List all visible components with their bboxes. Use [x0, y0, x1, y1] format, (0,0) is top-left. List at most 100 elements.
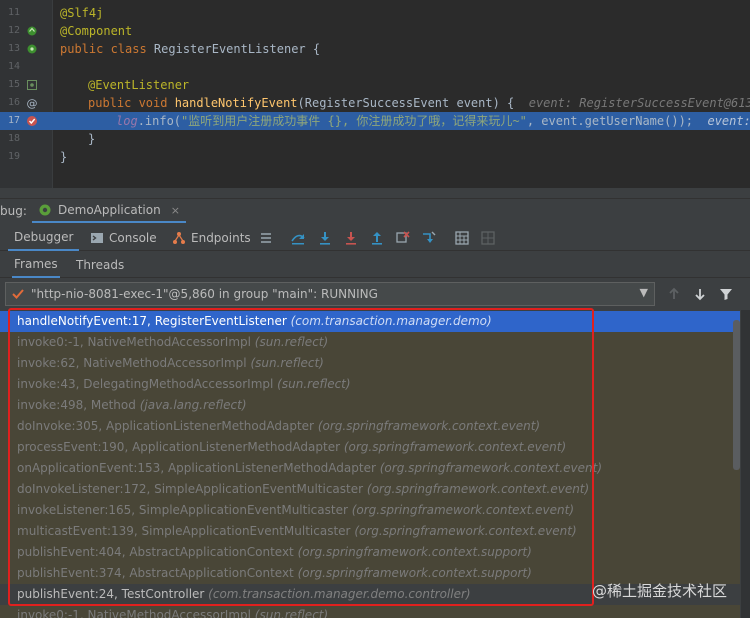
line-number: 13	[7, 43, 20, 54]
frame-method: publishEvent:374, AbstractApplicationCon…	[17, 566, 294, 580]
code-line[interactable]: 15 @EventListener	[0, 76, 750, 94]
stack-frame[interactable]: invoke:62, NativeMethodAccessorImpl (sun…	[0, 353, 740, 374]
frame-package: (org.springframework.context.event)	[354, 524, 577, 538]
tab-label: Console	[109, 231, 157, 245]
frame-method: invoke:62, NativeMethodAccessorImpl	[17, 356, 247, 370]
annotation-icon[interactable]: @	[26, 97, 38, 109]
debug-header: bug: DemoApplication ×	[0, 198, 750, 223]
tab-label: Frames	[14, 257, 58, 271]
code-line[interactable]: 14	[0, 58, 750, 76]
code-line[interactable]: 12 @Component	[0, 22, 750, 40]
show-execution-point-icon[interactable]	[290, 230, 306, 246]
stack-frame[interactable]: doInvokeListener:172, SimpleApplicationE…	[0, 479, 740, 500]
code-text: @Component	[60, 24, 133, 38]
frame-package: (sun.reflect)	[277, 377, 351, 391]
stack-frame[interactable]: onApplicationEvent:153, ApplicationListe…	[0, 458, 740, 479]
drop-frame-icon[interactable]	[395, 230, 411, 246]
line-number: 12	[7, 25, 20, 36]
frame-package: (org.springframework.context.event)	[343, 440, 567, 454]
code-text: @Slf4j	[60, 6, 104, 20]
frame-method: invokeListener:165, SimpleApplicationEve…	[17, 503, 348, 517]
code-text: public class RegisterEventListener {	[60, 42, 321, 56]
frame-method: invoke0:-1, NativeMethodAccessorImpl	[17, 335, 251, 349]
code-text: }	[88, 132, 96, 146]
stack-frame[interactable]: invoke0:-1, NativeMethodAccessorImpl (su…	[0, 605, 740, 618]
stack-frame[interactable]: processEvent:190, ApplicationListenerMet…	[0, 437, 740, 458]
frame-method: publishEvent:24, TestController	[17, 587, 205, 601]
code-text: }	[60, 150, 68, 164]
frame-package: (java.lang.reflect)	[139, 398, 247, 412]
frame-method: doInvokeListener:172, SimpleApplicationE…	[17, 482, 364, 496]
frame-method: invoke:498, Method	[17, 398, 136, 412]
frames-list[interactable]: handleNotifyEvent:17, RegisterEventListe…	[0, 310, 740, 618]
thread-selector[interactable]: "http-nio-8081-exec-1"@5,860 in group "m…	[5, 282, 655, 306]
step-over-icon[interactable]	[317, 230, 333, 246]
stack-frame[interactable]: invokeListener:165, SimpleApplicationEve…	[0, 500, 740, 521]
run-to-cursor-icon[interactable]	[421, 230, 437, 246]
layout-menu-icon[interactable]	[258, 230, 274, 246]
frame-package: (org.springframework.context.event)	[351, 503, 575, 517]
line-number: 19	[7, 151, 20, 162]
console-icon	[91, 233, 103, 243]
trace-current-stream-icon[interactable]	[480, 230, 496, 246]
svg-text:@: @	[27, 97, 38, 109]
code-text: @EventListener	[88, 78, 190, 92]
inline-value-hint: event: RegisterSuccessEvent@6136	[528, 96, 750, 110]
line-number: 16	[7, 97, 20, 108]
frame-package: (com.transaction.manager.demo)	[290, 314, 492, 328]
frame-package: (sun.reflect)	[254, 608, 329, 618]
code-line[interactable]: 11 @Slf4j	[0, 4, 750, 22]
code-text: log.info("监听到用户注册成功事件 {}, 你注册成功了哦，记得来玩儿~…	[116, 112, 750, 130]
frame-package: (sun.reflect)	[250, 356, 324, 370]
debug-tool-window-label: bug:	[0, 204, 27, 218]
stack-frame[interactable]: invoke:498, Method (java.lang.reflect)	[0, 395, 740, 416]
current-execution-line[interactable]: 17 log.info("监听到用户注册成功事件 {}, 你注册成功了哦，记得来…	[0, 112, 750, 130]
frames-scrollbar[interactable]	[733, 320, 740, 470]
selected-thread: "http-nio-8081-exec-1"@5,860 in group "m…	[31, 287, 378, 301]
step-out-icon[interactable]	[369, 230, 385, 246]
bean-icon[interactable]	[26, 25, 38, 37]
code-line[interactable]: 19 }	[0, 148, 750, 166]
event-listener-icon[interactable]	[26, 79, 38, 91]
stack-frame[interactable]: publishEvent:404, AbstractApplicationCon…	[0, 542, 740, 563]
code-line[interactable]: 18 }	[0, 130, 750, 148]
stack-frame[interactable]: multicastEvent:139, SimpleApplicationEve…	[0, 521, 740, 542]
previous-frame-icon[interactable]	[666, 286, 682, 302]
tab-endpoints[interactable]: Endpoints	[172, 225, 251, 251]
next-frame-icon[interactable]	[692, 286, 708, 302]
filter-icon[interactable]	[718, 286, 734, 302]
stack-frame[interactable]: doInvoke:305, ApplicationListenerMethodA…	[0, 416, 740, 437]
frame-package: (org.springframework.context.event)	[317, 419, 541, 433]
breakpoint-icon[interactable]	[26, 115, 38, 127]
line-number: 14	[7, 61, 20, 72]
line-number: 11	[7, 7, 20, 18]
tab-label: Endpoints	[191, 231, 251, 245]
tab-console[interactable]: Console	[90, 225, 157, 251]
line-number: 17	[7, 115, 20, 126]
tab-frames[interactable]: Frames	[12, 252, 60, 278]
tab-debugger[interactable]: Debugger	[8, 225, 80, 251]
frame-method: publishEvent:404, AbstractApplicationCon…	[17, 545, 294, 559]
stack-frame-selected[interactable]: handleNotifyEvent:17, RegisterEventListe…	[0, 311, 740, 332]
code-line[interactable]: 16 @ public void handleNotifyEvent(Regis…	[0, 94, 750, 112]
chevron-down-icon[interactable]: ▼	[640, 286, 648, 299]
right-tool-strip	[741, 310, 750, 618]
code-line[interactable]: 13 public class RegisterEventListener {	[0, 40, 750, 58]
frame-package: (org.springframework.context.support)	[297, 566, 532, 580]
stack-frame[interactable]: invoke:43, DelegatingMethodAccessorImpl …	[0, 374, 740, 395]
code-editor[interactable]: 11 @Slf4j 12 @Component 13 public class …	[0, 0, 750, 188]
debug-session-name: DemoApplication	[58, 203, 161, 217]
debugger-toolbar: Debugger Console Endpoints	[0, 225, 750, 251]
close-tab-icon[interactable]: ×	[171, 204, 180, 217]
frame-method: doInvoke:305, ApplicationListenerMethodA…	[17, 419, 314, 433]
endpoints-icon	[173, 232, 185, 244]
frame-package: (sun.reflect)	[254, 335, 329, 349]
debug-session-tab[interactable]: DemoApplication ×	[32, 199, 186, 223]
inline-value-hint: event: R	[707, 114, 750, 128]
bean-icon[interactable]	[26, 43, 38, 55]
step-into-icon[interactable]	[343, 230, 359, 246]
evaluate-expression-icon[interactable]	[454, 230, 470, 246]
tab-threads[interactable]: Threads	[74, 252, 126, 278]
stack-frame[interactable]: invoke0:-1, NativeMethodAccessorImpl (su…	[0, 332, 740, 353]
frame-method: handleNotifyEvent:17, RegisterEventListe…	[17, 314, 287, 328]
